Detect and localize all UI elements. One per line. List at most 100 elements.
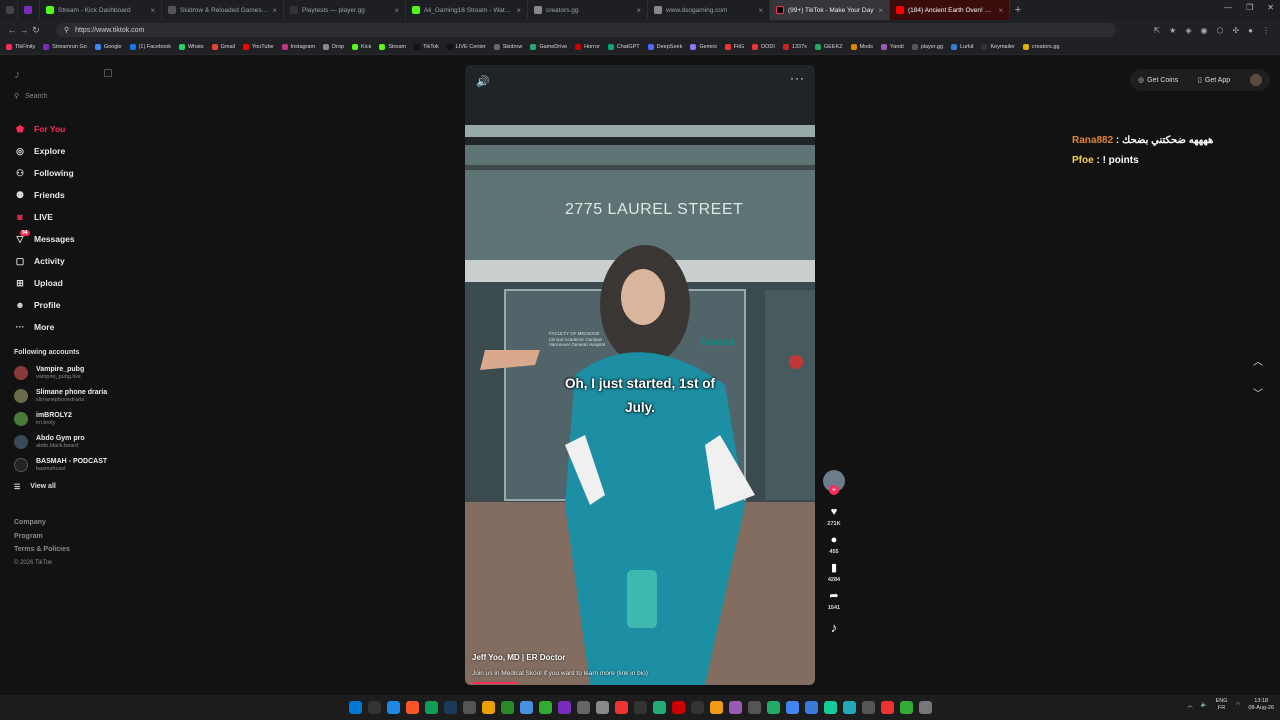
taskbar-app-icon[interactable] bbox=[443, 701, 457, 714]
taskbar-app-icon[interactable] bbox=[804, 701, 818, 714]
close-tab-icon[interactable]: × bbox=[758, 6, 763, 15]
taskbar-app-icon[interactable] bbox=[614, 701, 628, 714]
nav-for-you[interactable]: ⬟ For You bbox=[14, 118, 75, 140]
browser-tab[interactable]: Playtests — player.gg × bbox=[284, 0, 406, 20]
taskbar-app-icon[interactable] bbox=[842, 701, 856, 714]
close-tab-icon[interactable]: × bbox=[998, 6, 1003, 15]
taskbar-app-icon[interactable] bbox=[386, 701, 400, 714]
taskbar-app-icon[interactable] bbox=[462, 701, 476, 714]
bookmark-item[interactable]: FitG bbox=[724, 44, 744, 50]
bookmark-item[interactable]: player.gg bbox=[911, 44, 943, 50]
following-account[interactable]: imBROLY2 im.broly bbox=[14, 412, 72, 426]
extension-icon[interactable]: ◈ bbox=[1185, 26, 1191, 35]
taskbar-app-icon[interactable] bbox=[747, 701, 761, 714]
nav-profile[interactable]: ☻ Profile bbox=[14, 294, 75, 316]
clock[interactable]: 13:18 08-Aug-26 bbox=[1248, 698, 1274, 712]
bookmark-item[interactable]: LIVE Center bbox=[446, 44, 486, 50]
taskbar-app-icon[interactable] bbox=[595, 701, 609, 714]
browser-tab-active[interactable]: (99+) TikTok - Make Your Day × bbox=[770, 0, 890, 20]
taskbar-app-icon[interactable] bbox=[861, 701, 875, 714]
comment-button[interactable]: ● 455 bbox=[822, 532, 846, 560]
footer-program-link[interactable]: Program bbox=[14, 530, 70, 544]
browser-tab[interactable]: www.dsogaming.com × bbox=[648, 0, 770, 20]
reload-icon[interactable]: ↻ bbox=[30, 25, 42, 36]
volume-tray-icon[interactable]: 🔈 bbox=[1201, 702, 1208, 708]
bookmark-item[interactable]: (1) Facebook bbox=[129, 44, 171, 50]
taskbar-app-icon[interactable] bbox=[557, 701, 571, 714]
taskbar-app-icon[interactable] bbox=[481, 701, 495, 714]
tray-chevron-icon[interactable]: ︿ bbox=[1187, 701, 1193, 709]
bookmark-item[interactable]: Streamrun Go bbox=[43, 44, 87, 50]
taskbar-app-icon[interactable] bbox=[785, 701, 799, 714]
extension-icon[interactable]: ◉ bbox=[1200, 26, 1207, 35]
bookmark-item[interactable]: Stream bbox=[379, 44, 406, 50]
nav-explore[interactable]: ◎ Explore bbox=[14, 140, 75, 162]
windows-start-icon[interactable] bbox=[348, 701, 362, 714]
bookmark-item[interactable]: 1337x bbox=[782, 44, 807, 50]
following-account[interactable]: Abdo Gym pro abdo.black.beard bbox=[14, 435, 85, 449]
bookmark-item[interactable]: Gmail bbox=[211, 44, 235, 50]
taskbar-app-icon[interactable] bbox=[899, 701, 913, 714]
profile-icon[interactable]: ● bbox=[1248, 26, 1253, 35]
taskbar-app-icon[interactable] bbox=[709, 701, 723, 714]
taskbar-app-icon[interactable] bbox=[671, 701, 685, 714]
video-player[interactable]: 🔊 ··· 2775 LAUREL STREET FACULTY OF MEDI… bbox=[465, 65, 815, 685]
save-button[interactable]: ▮ 4284 bbox=[822, 560, 846, 588]
bookmark-item[interactable]: Whats bbox=[178, 44, 204, 50]
browser-tab[interactable]: (184) Ancient Earth Oven! Cooking...× bbox=[890, 0, 1010, 20]
nav-friends[interactable]: ⚉ Friends bbox=[14, 184, 75, 206]
share-button[interactable]: ➦ 1541 bbox=[822, 588, 846, 616]
bookmark-item[interactable]: TikFinity bbox=[6, 44, 35, 50]
bookmark-item[interactable]: Mods bbox=[850, 44, 873, 50]
taskbar-app-icon[interactable] bbox=[652, 701, 666, 714]
taskbar-app-icon[interactable] bbox=[538, 701, 552, 714]
footer-company-link[interactable]: Company bbox=[14, 516, 70, 530]
next-video-icon[interactable]: ﹀ bbox=[1253, 385, 1263, 400]
bookmark-item[interactable]: GEEKZ bbox=[814, 44, 843, 50]
bookmark-item[interactable]: YouTube bbox=[242, 44, 274, 50]
previous-video-icon[interactable]: ︿ bbox=[1253, 353, 1263, 368]
taskbar-app-icon[interactable] bbox=[367, 701, 381, 714]
bookmark-item[interactable]: Instagram bbox=[281, 44, 315, 50]
bookmark-item[interactable]: Skidrow bbox=[493, 44, 522, 50]
footer-terms-link[interactable]: Terms & Policies bbox=[14, 543, 70, 557]
volume-icon[interactable]: 🔊 bbox=[476, 75, 490, 88]
minimize-icon[interactable]: — bbox=[1224, 3, 1232, 12]
following-account[interactable]: Slimane phone draria slimanephonedraria bbox=[14, 389, 107, 403]
close-tab-icon[interactable]: × bbox=[516, 6, 521, 15]
language-indicator[interactable]: ENG FR bbox=[1216, 698, 1228, 712]
bookmark-item[interactable]: Drop bbox=[323, 44, 344, 50]
like-button[interactable]: ♥ 271K bbox=[822, 504, 846, 532]
forward-icon[interactable]: → bbox=[18, 25, 30, 35]
collapse-sidebar-icon[interactable] bbox=[104, 69, 112, 77]
bookmark-item[interactable]: Kick bbox=[351, 44, 371, 50]
back-icon[interactable]: ← bbox=[6, 25, 18, 35]
extension-icon[interactable]: ⬡ bbox=[1216, 26, 1223, 35]
close-tab-icon[interactable]: × bbox=[878, 6, 883, 15]
video-more-icon[interactable]: ··· bbox=[790, 71, 805, 85]
nav-upload[interactable]: ⊞ Upload bbox=[14, 272, 75, 294]
bookmark-item[interactable]: Horror bbox=[575, 44, 600, 50]
bookmark-item[interactable]: creators.gg bbox=[1022, 44, 1059, 50]
close-window-icon[interactable]: ✕ bbox=[1267, 3, 1274, 12]
video-author[interactable]: Jeff Yoo, MD | ER Doctor bbox=[472, 653, 566, 662]
tab-menu[interactable] bbox=[0, 0, 18, 20]
get-app-button[interactable]: ▯ Get App bbox=[1198, 76, 1230, 85]
site-info-icon[interactable]: ⚲ bbox=[64, 26, 69, 34]
taskbar-app-icon[interactable] bbox=[633, 701, 647, 714]
taskbar-app-icon[interactable] bbox=[576, 701, 590, 714]
taskbar-app-icon[interactable] bbox=[918, 701, 932, 714]
following-account[interactable]: BASMAH - PODCAST basmahcast bbox=[14, 458, 107, 472]
bookmark-item[interactable]: Lurkit bbox=[951, 44, 973, 50]
close-tab-icon[interactable]: × bbox=[394, 6, 399, 15]
tiktok-logo-icon[interactable]: ♪ bbox=[14, 67, 20, 81]
taskbar-app-icon[interactable] bbox=[880, 701, 894, 714]
video-progress-bar[interactable] bbox=[472, 682, 517, 684]
tiktok-sound-icon[interactable]: ♪ bbox=[822, 620, 846, 635]
bookmark-item[interactable]: Google bbox=[94, 44, 122, 50]
bookmark-item[interactable]: DeepSeek bbox=[647, 44, 682, 50]
extensions-puzzle-icon[interactable]: ✣ bbox=[1232, 26, 1239, 35]
browser-tab[interactable]: creators.gg × bbox=[528, 0, 648, 20]
taskbar-app-icon[interactable] bbox=[424, 701, 438, 714]
wifi-icon[interactable]: ◠ bbox=[1236, 702, 1241, 708]
